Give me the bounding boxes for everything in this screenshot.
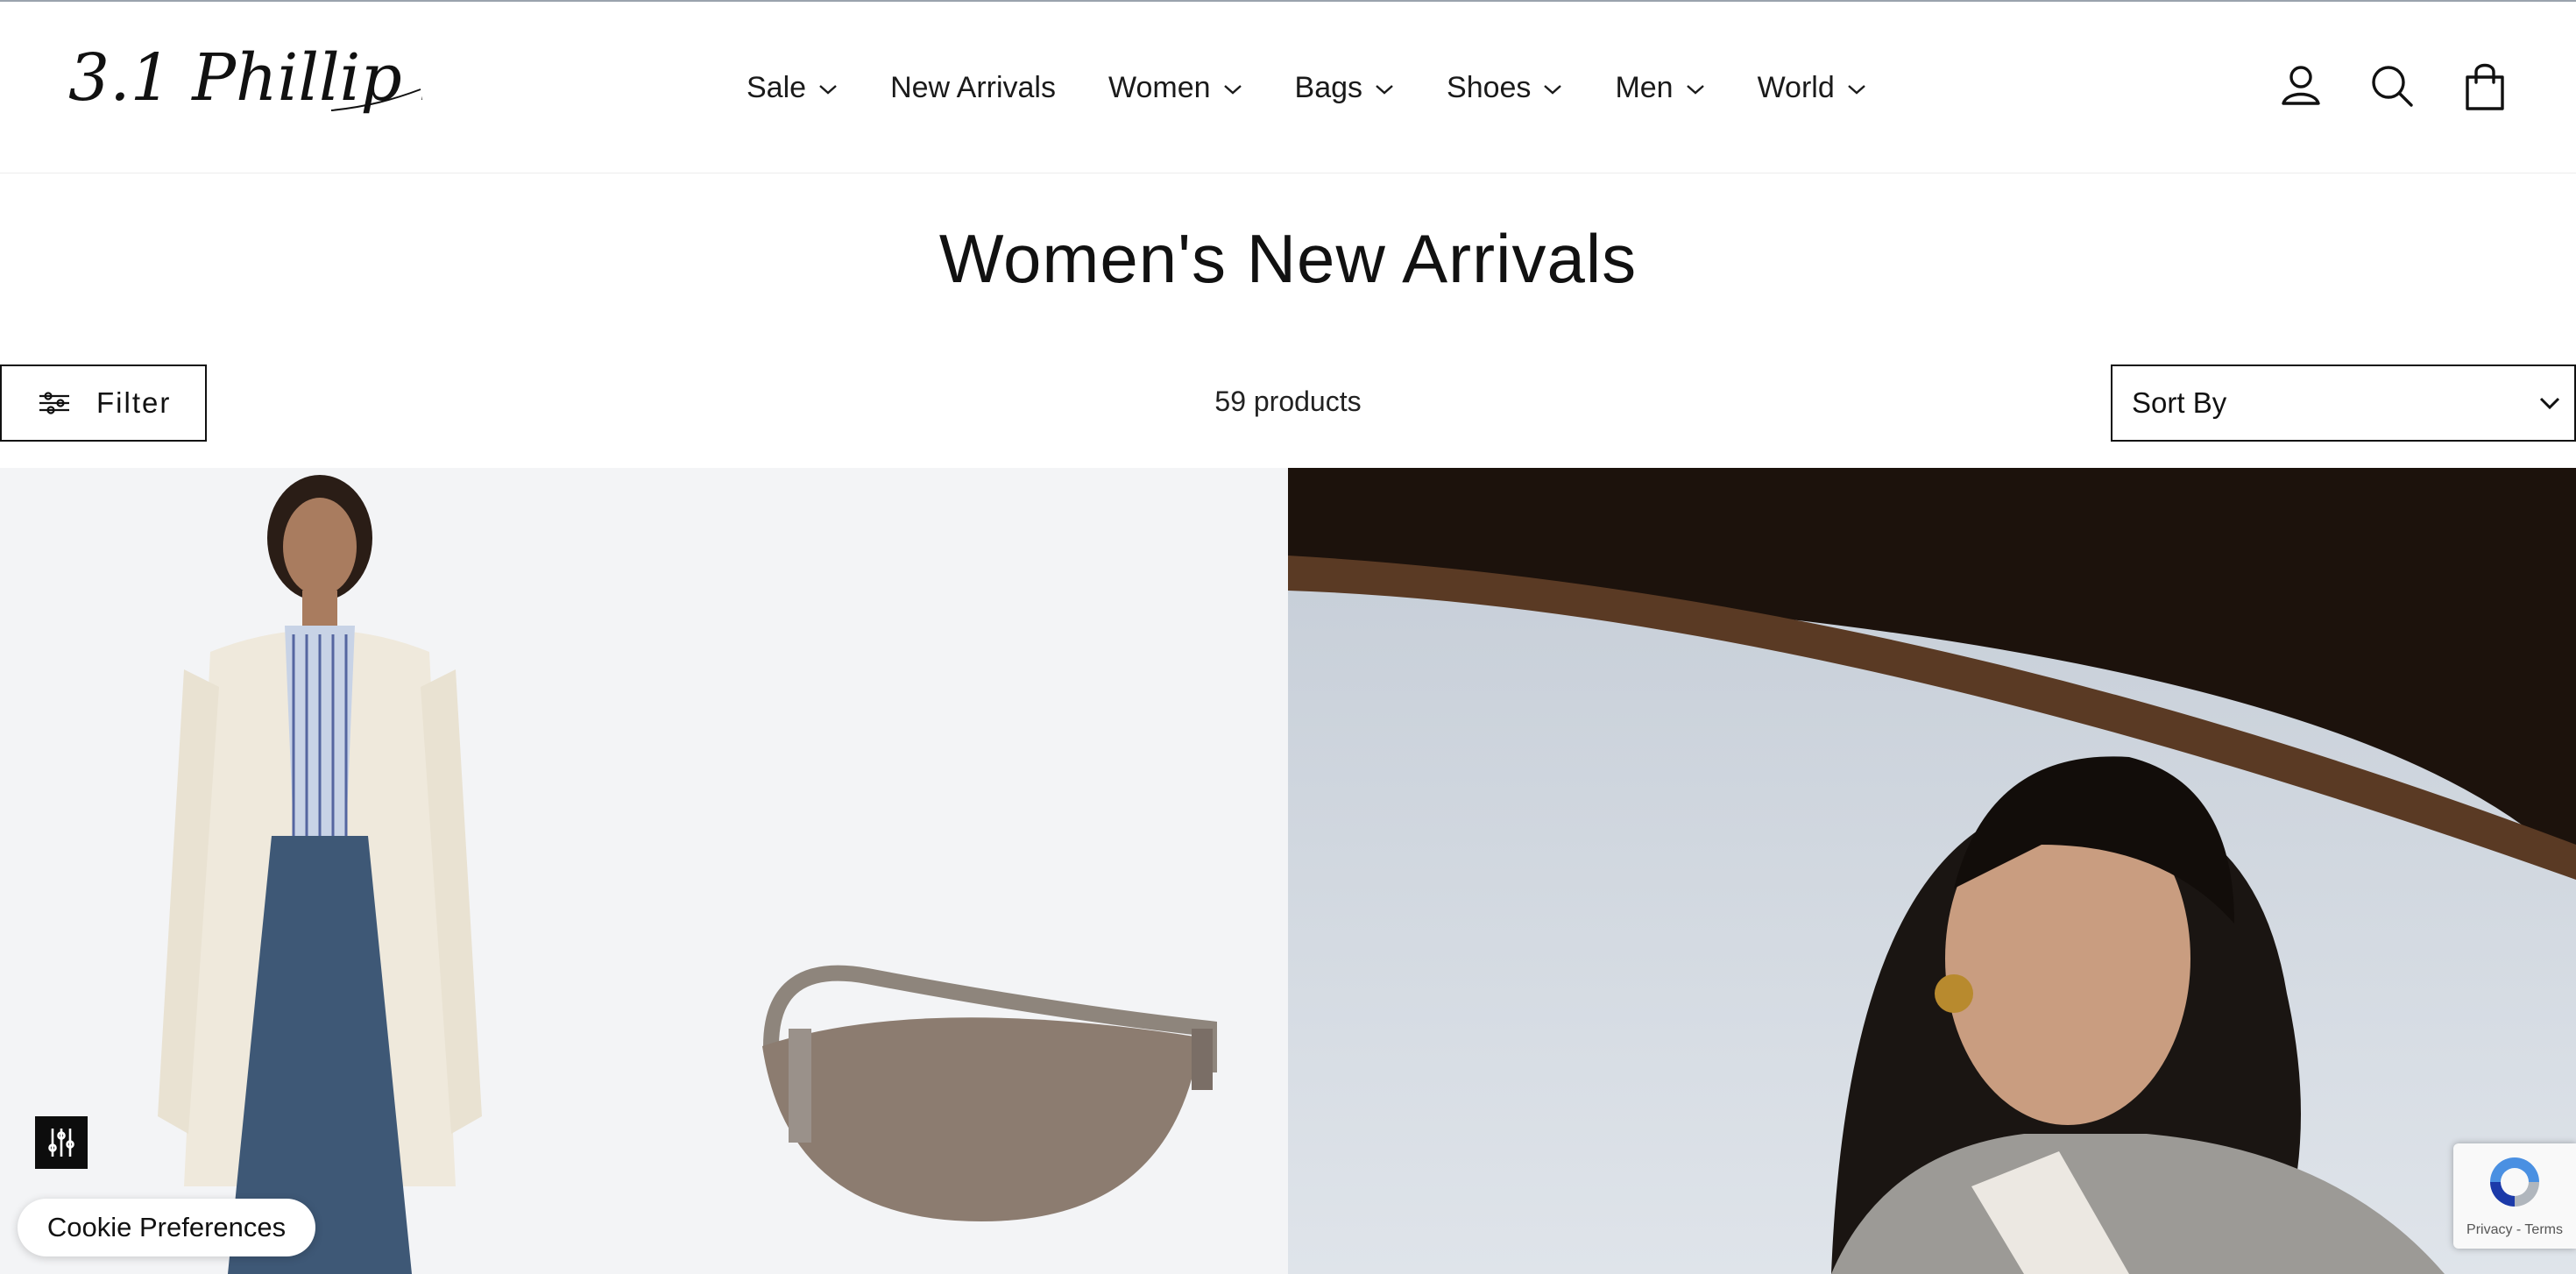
cart-icon[interactable] — [2460, 58, 2509, 114]
nav-item-label: Bags — [1294, 70, 1363, 104]
product-image — [0, 468, 1288, 1274]
cookie-preferences-button[interactable]: Cookie Preferences — [18, 1199, 315, 1256]
chevron-down-icon — [1544, 85, 1562, 95]
nav-item-world[interactable]: World — [1758, 71, 1866, 105]
nav-item-sale[interactable]: Sale — [747, 71, 838, 105]
nav-item-label: Men — [1615, 70, 1674, 104]
brand-logo[interactable]: 3.1 Phillip Lim — [68, 40, 548, 130]
nav-item-men[interactable]: Men — [1615, 71, 1704, 105]
product-card[interactable] — [0, 468, 1288, 1274]
recaptcha-icon — [2490, 1157, 2539, 1207]
account-icon[interactable] — [2276, 58, 2325, 114]
search-icon[interactable] — [2367, 58, 2417, 114]
product-image — [1288, 468, 2576, 1274]
page-title: Women's New Arrivals — [938, 220, 1638, 297]
chevron-down-icon — [1847, 85, 1865, 95]
header-actions — [2276, 58, 2522, 114]
nav-item-label: Sale — [747, 70, 807, 104]
product-card[interactable] — [1288, 468, 2576, 1274]
site-header: 3.1 Phillip Lim Sale New Arrivals Women … — [0, 2, 2576, 173]
cookie-settings-icon[interactable] — [35, 1116, 88, 1169]
nav-item-label: Women — [1108, 70, 1211, 104]
main-nav: Sale New Arrivals Women Bags Shoes Men W… — [747, 61, 1866, 114]
nav-item-women[interactable]: Women — [1108, 71, 1242, 105]
logo-wordmark: 3.1 Phillip Lim — [68, 40, 548, 116]
sort-label: Sort By — [2132, 386, 2227, 419]
nav-item-shoes[interactable]: Shoes — [1447, 71, 1562, 105]
nav-item-bags[interactable]: Bags — [1295, 71, 1395, 105]
nav-item-label: New Arrivals — [890, 70, 1056, 104]
nav-item-new-arrivals[interactable]: New Arrivals — [890, 71, 1056, 105]
product-grid — [0, 468, 2576, 1274]
sort-select[interactable]: Sort By — [2111, 365, 2576, 442]
recaptcha-badge[interactable]: Privacy - Terms — [2453, 1143, 2576, 1249]
chevron-down-icon — [2539, 397, 2560, 410]
chevron-down-icon — [1686, 85, 1704, 95]
chevron-down-icon — [1223, 85, 1242, 95]
nav-item-label: Shoes — [1447, 70, 1532, 104]
recaptcha-links: Privacy - Terms — [2466, 1222, 2563, 1237]
nav-item-label: World — [1757, 70, 1835, 104]
chevron-down-icon — [819, 85, 837, 95]
chevron-down-icon — [1376, 85, 1393, 95]
